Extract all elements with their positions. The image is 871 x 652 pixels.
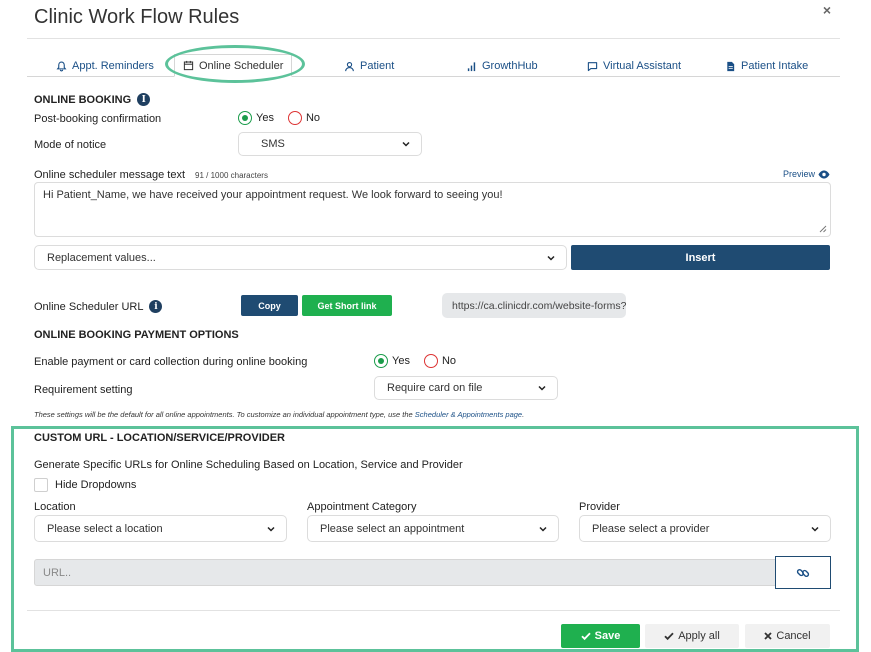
tab-patient-intake[interactable]: Patient Intake <box>725 55 808 77</box>
insert-button[interactable]: Insert <box>571 245 830 270</box>
chevron-down-icon <box>811 526 819 532</box>
scheduler-url-field[interactable]: https://ca.clinicdr.com/website-forms? <box>442 293 626 318</box>
calendar-icon <box>183 60 194 71</box>
section-title: ONLINE BOOKING <box>34 93 132 106</box>
radio-label: Yes <box>392 355 410 367</box>
post-booking-label: Post-booking confirmation <box>34 113 162 125</box>
message-label-row: Online scheduler message text 91 / 1000 … <box>34 169 268 181</box>
footer-divider <box>27 610 840 611</box>
select-value: SMS <box>261 138 285 150</box>
check-icon <box>581 632 591 641</box>
apply-all-button[interactable]: Apply all <box>645 624 739 648</box>
location-select[interactable]: Please select a location <box>34 515 287 542</box>
eye-icon <box>818 170 830 178</box>
info-icon[interactable]: i <box>137 93 151 106</box>
message-text: Hi Patient_Name, we have received your a… <box>43 189 503 201</box>
online-booking-heading: ONLINE BOOKING i <box>34 93 151 106</box>
bell-icon <box>56 61 67 71</box>
tab-label: Virtual Assistant <box>603 60 682 72</box>
check-icon <box>664 632 674 641</box>
close-icon[interactable]: × <box>823 2 831 18</box>
custom-url-description: Generate Specific URLs for Online Schedu… <box>34 459 463 471</box>
preview-link[interactable]: Preview <box>783 169 830 179</box>
post-booking-yes-radio[interactable] <box>238 111 252 125</box>
appointment-category-label: Appointment Category <box>307 501 417 513</box>
tab-label: Patient Intake <box>741 60 809 72</box>
button-label: Cancel <box>776 630 811 642</box>
close-icon <box>764 632 773 640</box>
cancel-button[interactable]: Cancel <box>745 624 830 648</box>
tab-patient[interactable]: Patient <box>344 55 394 77</box>
message-textarea[interactable]: Hi Patient_Name, we have received your a… <box>34 182 831 237</box>
copy-button[interactable]: Copy <box>241 295 298 316</box>
enable-payment-no-radio[interactable] <box>423 354 438 368</box>
hide-dropdowns-label: Hide Dropdowns <box>55 479 137 491</box>
chat-icon <box>587 61 598 71</box>
tab-label: Online Scheduler <box>199 59 284 72</box>
payment-note: These settings will be the default for a… <box>34 410 524 419</box>
link-icon <box>796 568 810 577</box>
location-label: Location <box>34 501 76 513</box>
tab-bar: Appt. Reminders Online Scheduler Patient… <box>27 54 840 77</box>
dialog-title: Clinic Work Flow Rules <box>34 6 240 28</box>
button-label: Save <box>594 630 621 642</box>
user-icon <box>345 61 354 71</box>
post-booking-radio-group: Yes No <box>238 111 320 125</box>
requirement-setting-select[interactable]: Require card on file <box>374 376 558 400</box>
generate-link-button[interactable] <box>775 556 831 589</box>
tab-growthhub[interactable]: GrowthHub <box>466 55 538 77</box>
provider-select[interactable]: Please select a provider <box>579 515 831 542</box>
chevron-down-icon <box>402 141 410 147</box>
scheduler-url-row: Online Scheduler URL i <box>34 300 163 313</box>
chevron-down-icon <box>267 526 275 532</box>
scheduler-url-label: Online Scheduler URL <box>34 300 144 313</box>
appointment-category-select[interactable]: Please select an appointment <box>307 515 559 542</box>
select-placeholder: Replacement values... <box>47 251 156 264</box>
title-divider <box>27 38 840 39</box>
tab-label: Appt. Reminders <box>72 60 154 72</box>
tab-virtual-assistant[interactable]: Virtual Assistant <box>587 55 681 77</box>
note-text: These settings will be the default for a… <box>34 410 415 419</box>
char-count: 91 / 1000 characters <box>195 171 268 180</box>
select-value: Require card on file <box>387 382 483 394</box>
enable-payment-yes-radio[interactable] <box>374 354 388 368</box>
message-label: Online scheduler message text <box>34 169 186 181</box>
button-label: Apply all <box>678 630 720 642</box>
get-short-link-button[interactable]: Get Short link <box>302 295 392 316</box>
preview-label: Preview <box>782 169 815 179</box>
enable-payment-radio-group: Yes No <box>374 354 456 368</box>
resize-handle-icon[interactable] <box>819 225 827 233</box>
info-icon[interactable]: i <box>149 300 163 313</box>
tab-appt-reminders[interactable]: Appt. Reminders <box>56 55 154 77</box>
save-button[interactable]: Save <box>561 624 640 648</box>
mode-of-notice-select[interactable]: SMS <box>238 132 422 156</box>
tab-online-scheduler[interactable]: Online Scheduler <box>174 54 293 77</box>
scheduler-appointments-link[interactable]: Scheduler & Appointments page <box>415 410 522 419</box>
hide-dropdowns-checkbox[interactable] <box>34 478 48 492</box>
note-suffix: . <box>522 410 525 419</box>
chevron-down-icon <box>539 526 547 532</box>
provider-label: Provider <box>579 501 620 513</box>
select-placeholder: Please select a location <box>47 522 163 535</box>
tab-label: GrowthHub <box>482 60 538 72</box>
radio-label: No <box>441 355 457 367</box>
bar-chart-icon <box>467 61 476 71</box>
radio-label: No <box>305 112 321 124</box>
radio-label: Yes <box>256 112 274 124</box>
post-booking-no-radio[interactable] <box>287 111 302 125</box>
custom-url-heading: CUSTOM URL - LOCATION/SERVICE/PROVIDER <box>34 432 285 444</box>
chevron-down-icon <box>538 385 546 391</box>
replacement-values-select[interactable]: Replacement values... <box>34 245 567 270</box>
tab-label: Patient <box>360 60 395 72</box>
custom-url-field[interactable]: URL.. <box>34 559 776 586</box>
chevron-down-icon <box>547 255 555 261</box>
select-placeholder: Please select an appointment <box>320 522 465 535</box>
payment-heading: ONLINE BOOKING PAYMENT OPTIONS <box>34 329 239 341</box>
enable-payment-label: Enable payment or card collection during… <box>34 356 308 368</box>
requirement-setting-label: Requirement setting <box>34 384 133 396</box>
select-placeholder: Please select a provider <box>592 522 710 535</box>
mode-of-notice-label: Mode of notice <box>34 139 107 151</box>
document-icon <box>727 61 735 71</box>
